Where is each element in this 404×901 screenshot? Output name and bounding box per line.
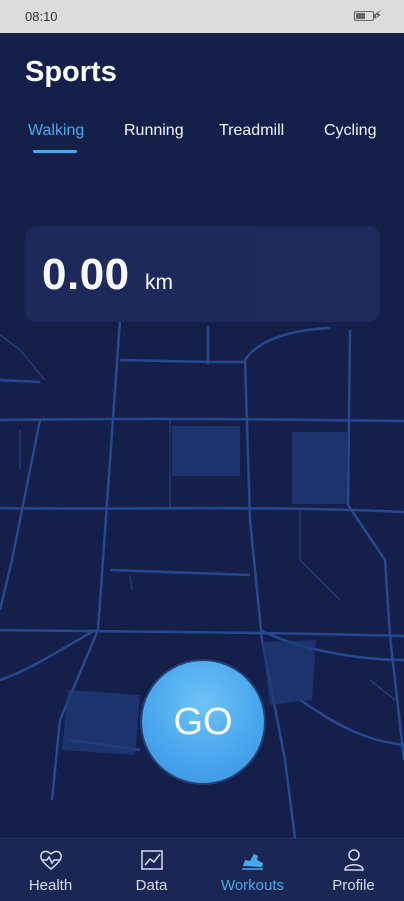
person-icon — [344, 849, 364, 871]
nav-item-data[interactable]: Data — [101, 839, 202, 901]
page-title: Sports — [25, 56, 117, 88]
nav-label-workouts: Workouts — [220, 877, 285, 894]
status-bar: 08:10 ⚡ — [0, 0, 404, 33]
nav-label-profile: Profile — [332, 877, 375, 894]
tab-walking[interactable]: Walking — [28, 122, 84, 140]
distance-card: 0.00 km — [25, 226, 380, 322]
shoe-icon — [242, 854, 263, 870]
nav-item-workouts[interactable]: Workouts — [202, 839, 303, 901]
battery-icon — [354, 11, 376, 21]
tab-cycling[interactable]: Cycling — [324, 122, 376, 140]
charging-icon: ⚡ — [373, 8, 382, 22]
nav-item-health[interactable]: Health — [0, 839, 101, 901]
nav-label-data: Data — [135, 877, 168, 894]
nav-item-profile[interactable]: Profile — [303, 839, 404, 901]
tab-running[interactable]: Running — [124, 122, 184, 140]
chart-icon — [141, 850, 163, 870]
tab-treadmill[interactable]: Treadmill — [219, 122, 284, 140]
go-button[interactable]: GO — [142, 661, 264, 783]
nav-label-health: Health — [28, 877, 73, 894]
status-time: 08:10 — [25, 9, 58, 24]
distance-value: 0.00 — [42, 250, 130, 299]
bottom-nav: Health Data Workouts Profile — [0, 838, 404, 901]
distance-unit: km — [145, 271, 173, 294]
sport-tabs: Walking Running Treadmill Cycling — [0, 120, 404, 160]
heart-pulse-icon — [40, 850, 62, 870]
active-tab-indicator — [33, 150, 77, 153]
